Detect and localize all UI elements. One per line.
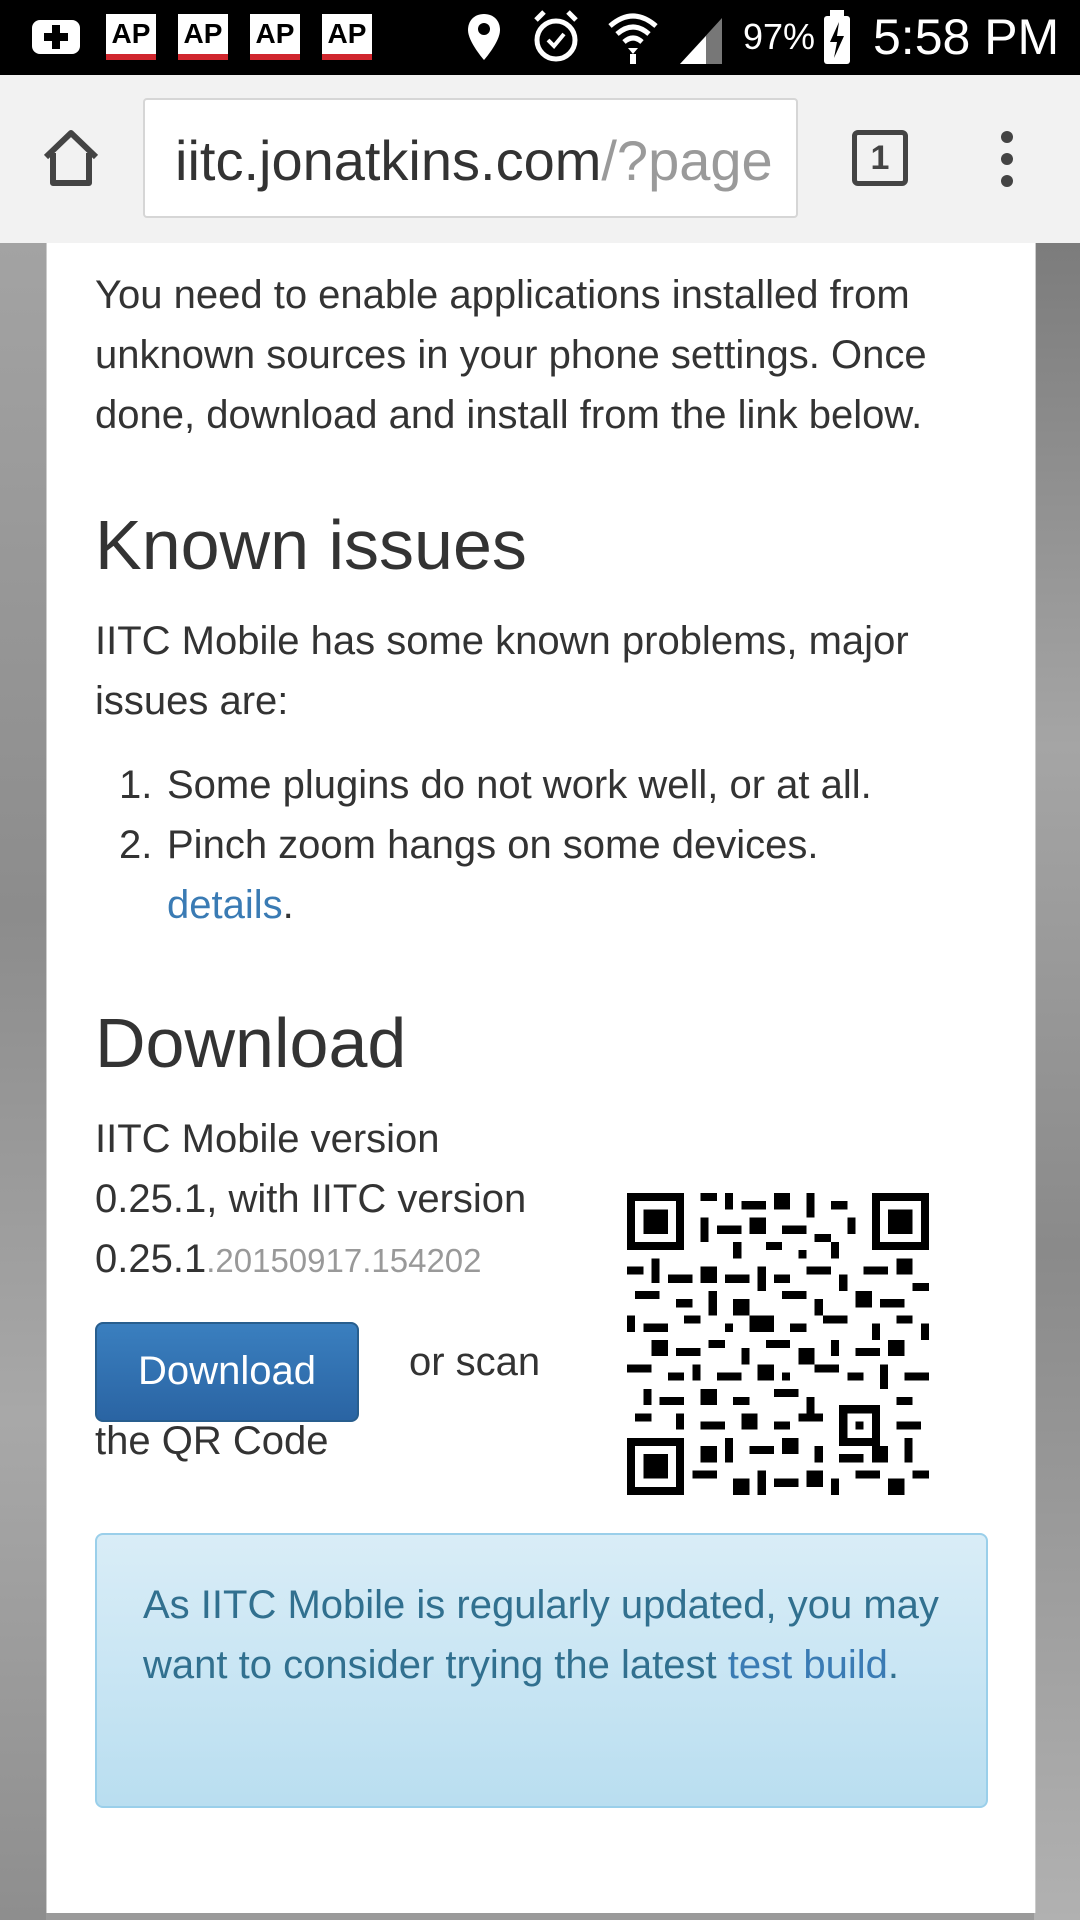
url-path: /?page bbox=[601, 129, 773, 192]
qr-caption: the QR Code bbox=[95, 1419, 329, 1463]
battery-charging-icon bbox=[824, 10, 850, 64]
known-issues-heading: Known issues bbox=[95, 506, 527, 584]
details-link[interactable]: details bbox=[167, 883, 283, 927]
issue-suffix: . bbox=[282, 883, 294, 927]
address-bar[interactable]: iitc.jonatkins.com/?page bbox=[143, 98, 798, 218]
ap-news-notification-icon: AP bbox=[250, 14, 300, 60]
status-bar: AP AP AP AP 97% 5:58 PM bbox=[0, 0, 1080, 75]
update-notice: As IITC Mobile is regularly updated, you… bbox=[95, 1533, 988, 1808]
list-number: 2. bbox=[119, 823, 153, 867]
known-issues-intro: IITC Mobile has some known problems, maj… bbox=[95, 619, 909, 723]
intro-paragraph: You need to enable applications installe… bbox=[95, 273, 927, 437]
or-scan-text: or scan bbox=[409, 1340, 541, 1384]
overflow-menu-icon[interactable] bbox=[995, 131, 1019, 191]
qr-code-image[interactable] bbox=[627, 1193, 929, 1495]
alarm-icon bbox=[534, 10, 578, 62]
download-heading: Download bbox=[95, 1004, 407, 1082]
list-number: 1. bbox=[119, 763, 153, 807]
clock: 5:58 PM bbox=[873, 9, 1060, 65]
version-line: IITC Mobile version bbox=[95, 1117, 440, 1161]
issues-list: 1. Some plugins do not work well, or at … bbox=[119, 755, 1007, 935]
version-info: IITC Mobile version 0.25.1, with IITC ve… bbox=[95, 1109, 575, 1291]
battery-percentage: 97% bbox=[743, 16, 816, 57]
ap-news-notification-icon: AP bbox=[178, 14, 228, 60]
home-icon[interactable] bbox=[40, 127, 102, 189]
issue-text: Some plugins do not work well, or at all… bbox=[167, 763, 872, 807]
signal-icon bbox=[680, 18, 722, 64]
tab-switcher-button[interactable]: 1 bbox=[852, 130, 908, 186]
ap-news-notification-icon: AP bbox=[322, 14, 372, 60]
add-notification-icon bbox=[32, 20, 80, 54]
browser-toolbar: iitc.jonatkins.com/?page 1 bbox=[0, 75, 1080, 244]
download-button[interactable]: Download bbox=[95, 1322, 359, 1422]
page-content: You need to enable applications installe… bbox=[46, 243, 1036, 1913]
url-host: iitc.jonatkins.com bbox=[175, 129, 602, 192]
map-background bbox=[0, 243, 46, 1920]
list-item: 2. Pinch zoom hangs on some devices. det… bbox=[119, 815, 1007, 935]
wifi-icon bbox=[608, 13, 658, 64]
map-background bbox=[1034, 243, 1080, 1920]
test-build-link[interactable]: test build bbox=[728, 1643, 888, 1687]
notice-suffix: . bbox=[887, 1643, 899, 1687]
version-number: 0.25.1 bbox=[95, 1237, 207, 1281]
version-line: 0.25.1, with IITC version bbox=[95, 1177, 527, 1221]
list-item: 1. Some plugins do not work well, or at … bbox=[119, 755, 1007, 815]
location-icon bbox=[468, 14, 500, 60]
ap-news-notification-icon: AP bbox=[106, 14, 156, 60]
version-build: .20150917.154202 bbox=[206, 1242, 482, 1279]
issue-text: Pinch zoom hangs on some devices. bbox=[167, 823, 819, 867]
